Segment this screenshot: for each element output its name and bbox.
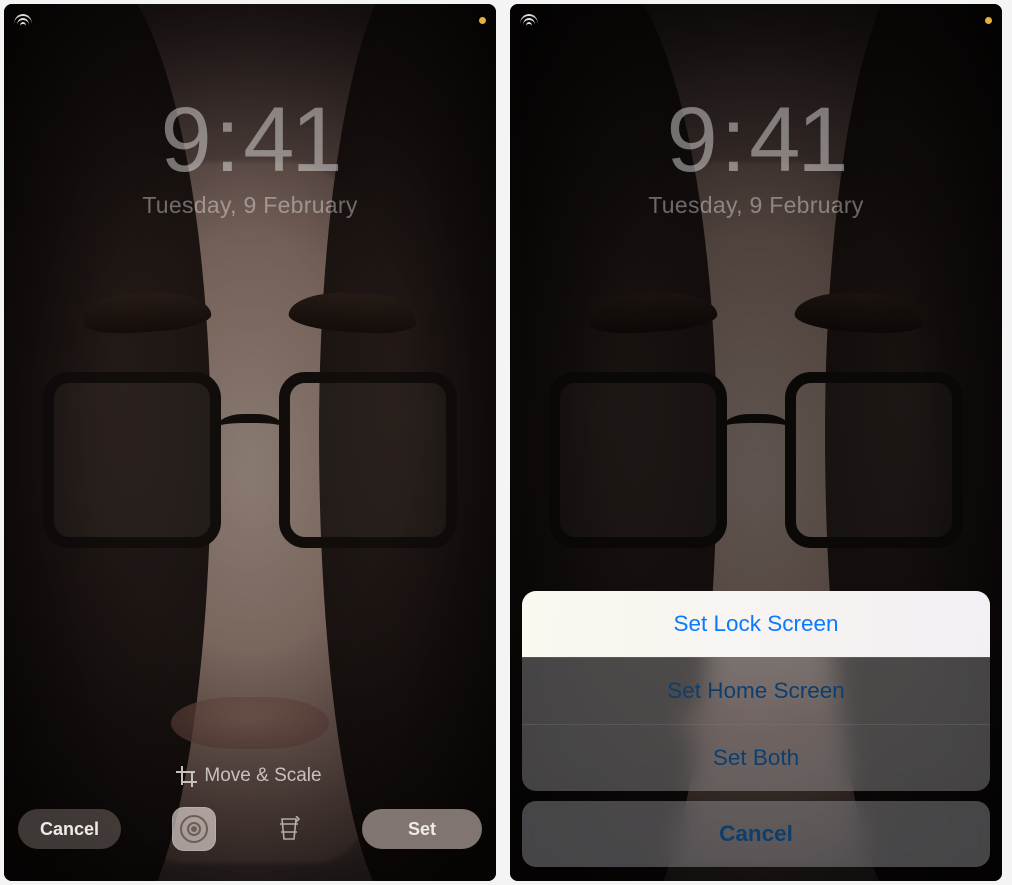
perspective-zoom-icon (278, 816, 300, 842)
lockscreen-clock-preview: 9:41 Tuesday, 9 February (4, 94, 496, 219)
hint-label: Move & Scale (204, 765, 321, 787)
perspective-zoom-toggle[interactable] (267, 807, 311, 851)
wallpaper-move-scale-screen: 9:41 Tuesday, 9 February Move & Scale Ca… (4, 4, 496, 881)
set-both-option[interactable]: Set Both (522, 724, 990, 791)
wifi-icon (520, 14, 538, 27)
clock-minutes: 41 (749, 89, 845, 191)
wallpaper-set-sheet-screen: 9:41 Tuesday, 9 February Set Lock Screen… (510, 4, 1002, 881)
set-button[interactable]: Set (362, 809, 482, 849)
wallpaper-toolbar: Move & Scale Cancel Set (4, 765, 496, 881)
clock-date: Tuesday, 9 February (4, 192, 496, 219)
crop-icon (178, 768, 195, 785)
clock-hours: 9 (666, 89, 714, 191)
action-sheet-cancel-button[interactable]: Cancel (522, 801, 990, 867)
wifi-icon (14, 14, 32, 27)
privacy-indicator-icon (479, 17, 486, 24)
cancel-button[interactable]: Cancel (18, 809, 121, 849)
privacy-indicator-icon (985, 17, 992, 24)
clock-minutes: 41 (243, 89, 339, 191)
live-photo-icon (180, 815, 208, 843)
live-photo-toggle[interactable] (172, 807, 216, 851)
set-action-sheet: Set Lock Screen Set Home Screen Set Both… (522, 591, 990, 867)
set-home-screen-option[interactable]: Set Home Screen (522, 657, 990, 724)
clock-date: Tuesday, 9 February (510, 192, 1002, 219)
clock-hours: 9 (160, 89, 208, 191)
lockscreen-clock-preview: 9:41 Tuesday, 9 February (510, 94, 1002, 219)
status-bar (14, 10, 486, 30)
set-lock-screen-option[interactable]: Set Lock Screen (522, 591, 990, 657)
status-bar (520, 10, 992, 30)
move-scale-hint: Move & Scale (18, 765, 482, 787)
